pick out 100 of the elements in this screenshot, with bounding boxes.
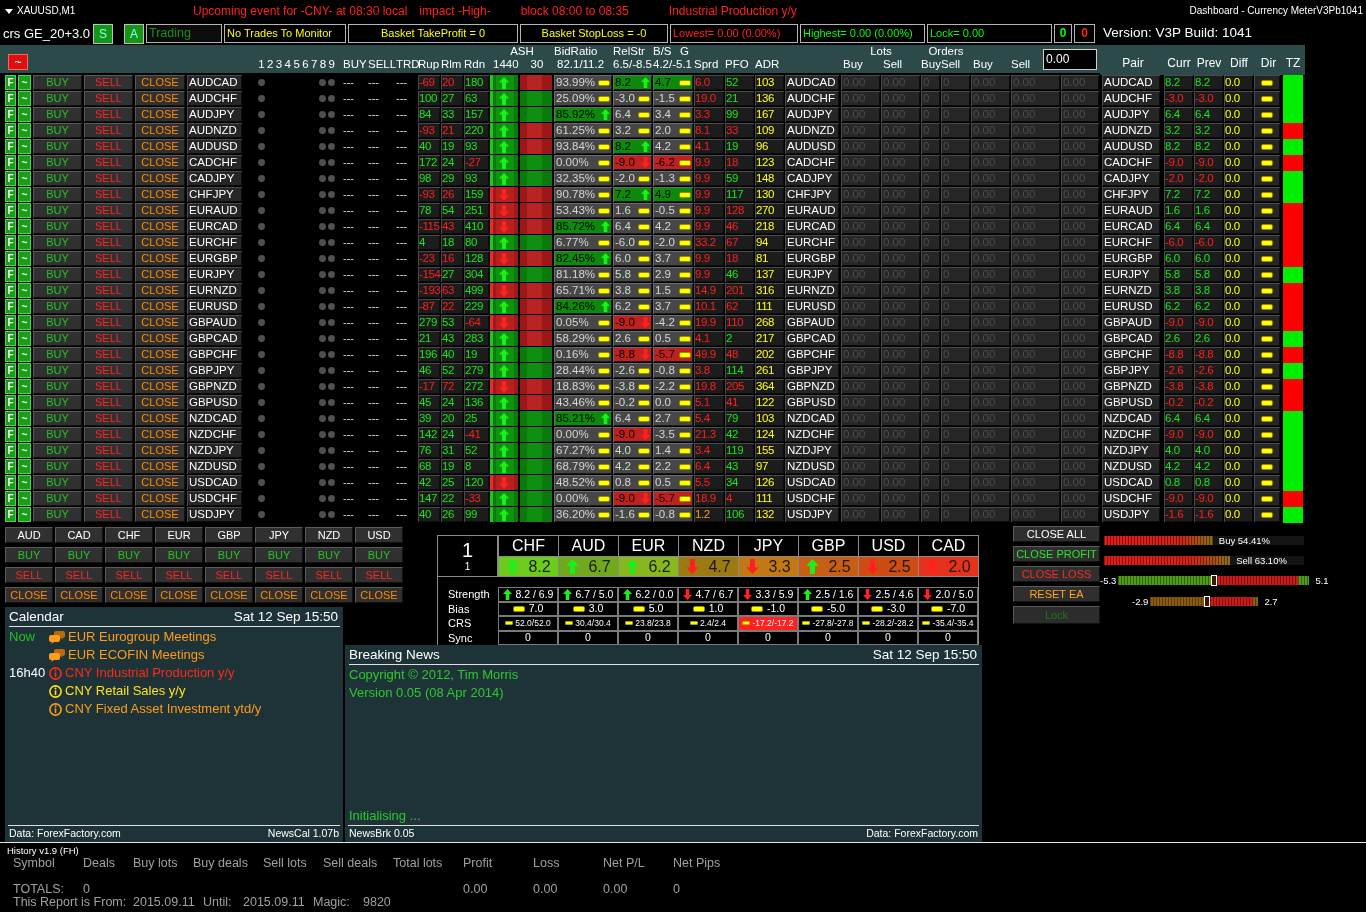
close-button[interactable]: CLOSE: [135, 171, 185, 186]
filter-button[interactable]: F: [5, 331, 16, 346]
buy-button[interactable]: BUY: [33, 331, 82, 346]
mode-button[interactable]: ~: [18, 171, 31, 186]
sell-button[interactable]: SELL: [84, 235, 133, 250]
sell-button[interactable]: SELL: [84, 507, 133, 522]
buy-button[interactable]: BUY: [33, 395, 82, 410]
sell-button[interactable]: SELL: [84, 91, 133, 106]
buy-button[interactable]: BUY: [5, 547, 53, 563]
caret-icon[interactable]: [5, 8, 13, 14]
buy-button[interactable]: BUY: [33, 299, 82, 314]
close-button[interactable]: CLOSE: [255, 587, 303, 603]
buy-button[interactable]: BUY: [33, 187, 82, 202]
buy-button[interactable]: BUY: [33, 203, 82, 218]
close-button[interactable]: CLOSE: [135, 283, 185, 298]
mode-button[interactable]: ~: [18, 139, 31, 154]
filter-button[interactable]: F: [5, 187, 16, 202]
mode-button[interactable]: ~: [18, 363, 31, 378]
currency-button[interactable]: JPY: [255, 527, 303, 543]
buy-button[interactable]: BUY: [33, 379, 82, 394]
buy-button[interactable]: BUY: [33, 155, 82, 170]
filter-button[interactable]: F: [5, 155, 16, 170]
filter-button[interactable]: F: [5, 171, 16, 186]
close-button[interactable]: CLOSE: [135, 155, 185, 170]
close-button[interactable]: CLOSE: [355, 587, 403, 603]
buy-button[interactable]: BUY: [33, 91, 82, 106]
mode-button[interactable]: ~: [18, 203, 31, 218]
buy-button[interactable]: BUY: [55, 547, 103, 563]
mode-button[interactable]: ~: [18, 219, 31, 234]
sell-button[interactable]: SELL: [84, 299, 133, 314]
close-button[interactable]: CLOSE: [135, 507, 185, 522]
toggle-button[interactable]: A: [124, 23, 144, 44]
mode-button[interactable]: ~: [18, 459, 31, 474]
close-button[interactable]: CLOSE: [135, 139, 185, 154]
sell-button[interactable]: SELL: [55, 567, 103, 583]
filter-button[interactable]: F: [5, 283, 16, 298]
mode-button[interactable]: ~: [18, 491, 31, 506]
mode-button[interactable]: ~: [18, 395, 31, 410]
mode-button[interactable]: ~: [18, 235, 31, 250]
mode-button[interactable]: ~: [18, 91, 31, 106]
filter-button[interactable]: F: [5, 475, 16, 490]
buy-button[interactable]: BUY: [33, 171, 82, 186]
buy-button[interactable]: BUY: [33, 315, 82, 330]
mode-button[interactable]: ~: [18, 315, 31, 330]
mode-button[interactable]: ~: [18, 283, 31, 298]
sell-button[interactable]: SELL: [84, 395, 133, 410]
menu-button[interactable]: ~: [8, 54, 28, 70]
sell-button[interactable]: SELL: [255, 567, 303, 583]
action-button[interactable]: CLOSE LOSS: [1013, 566, 1100, 582]
buy-button[interactable]: BUY: [33, 427, 82, 442]
mode-button[interactable]: ~: [18, 443, 31, 458]
buy-button[interactable]: BUY: [33, 107, 82, 122]
action-button[interactable]: RESET EA: [1013, 586, 1100, 602]
filter-button[interactable]: F: [5, 123, 16, 138]
close-button[interactable]: CLOSE: [135, 379, 185, 394]
filter-button[interactable]: F: [5, 459, 16, 474]
sell-button[interactable]: SELL: [84, 411, 133, 426]
sell-button[interactable]: SELL: [84, 315, 133, 330]
filter-button[interactable]: F: [5, 203, 16, 218]
close-button[interactable]: CLOSE: [5, 587, 53, 603]
currency-button[interactable]: USD: [355, 527, 403, 543]
buy-button[interactable]: BUY: [33, 235, 82, 250]
buy-button[interactable]: BUY: [33, 443, 82, 458]
close-button[interactable]: CLOSE: [135, 235, 185, 250]
close-button[interactable]: CLOSE: [135, 459, 185, 474]
sell-button[interactable]: SELL: [84, 187, 133, 202]
mode-button[interactable]: ~: [18, 155, 31, 170]
close-button[interactable]: CLOSE: [135, 219, 185, 234]
close-button[interactable]: CLOSE: [135, 315, 185, 330]
sell-button[interactable]: SELL: [84, 267, 133, 282]
currency-button[interactable]: EUR: [155, 527, 203, 543]
sell-button[interactable]: SELL: [205, 567, 253, 583]
filter-button[interactable]: F: [5, 491, 16, 506]
close-button[interactable]: CLOSE: [135, 299, 185, 314]
buy-button[interactable]: BUY: [33, 507, 82, 522]
mode-button[interactable]: ~: [18, 267, 31, 282]
close-button[interactable]: CLOSE: [135, 411, 185, 426]
mode-button[interactable]: ~: [18, 123, 31, 138]
sell-button[interactable]: SELL: [84, 331, 133, 346]
filter-button[interactable]: F: [5, 75, 16, 90]
action-button[interactable]: CLOSE ALL: [1013, 526, 1100, 542]
mode-button[interactable]: ~: [18, 75, 31, 90]
sell-button[interactable]: SELL: [105, 567, 153, 583]
filter-button[interactable]: F: [5, 427, 16, 442]
close-button[interactable]: CLOSE: [135, 91, 185, 106]
sell-button[interactable]: SELL: [84, 347, 133, 362]
mode-button[interactable]: ~: [18, 331, 31, 346]
mode-button[interactable]: ~: [18, 475, 31, 490]
sell-button[interactable]: SELL: [84, 491, 133, 506]
buy-button[interactable]: BUY: [255, 547, 303, 563]
filter-button[interactable]: F: [5, 379, 16, 394]
filter-button[interactable]: F: [5, 299, 16, 314]
filter-button[interactable]: F: [5, 347, 16, 362]
close-button[interactable]: CLOSE: [135, 363, 185, 378]
buy-button[interactable]: BUY: [105, 547, 153, 563]
lot-size-field[interactable]: 0.00: [1043, 48, 1097, 70]
filter-button[interactable]: F: [5, 139, 16, 154]
close-button[interactable]: CLOSE: [135, 203, 185, 218]
filter-button[interactable]: F: [5, 363, 16, 378]
sell-button[interactable]: SELL: [84, 203, 133, 218]
